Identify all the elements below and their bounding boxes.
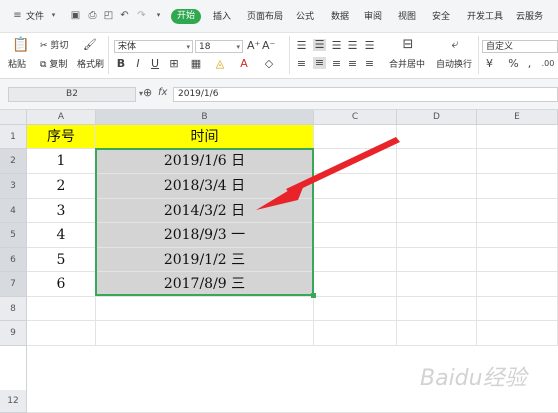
annotation-arrow [256, 137, 400, 210]
watermark-logo: Baidu经验 [420, 366, 527, 391]
arrow-head [256, 180, 306, 210]
